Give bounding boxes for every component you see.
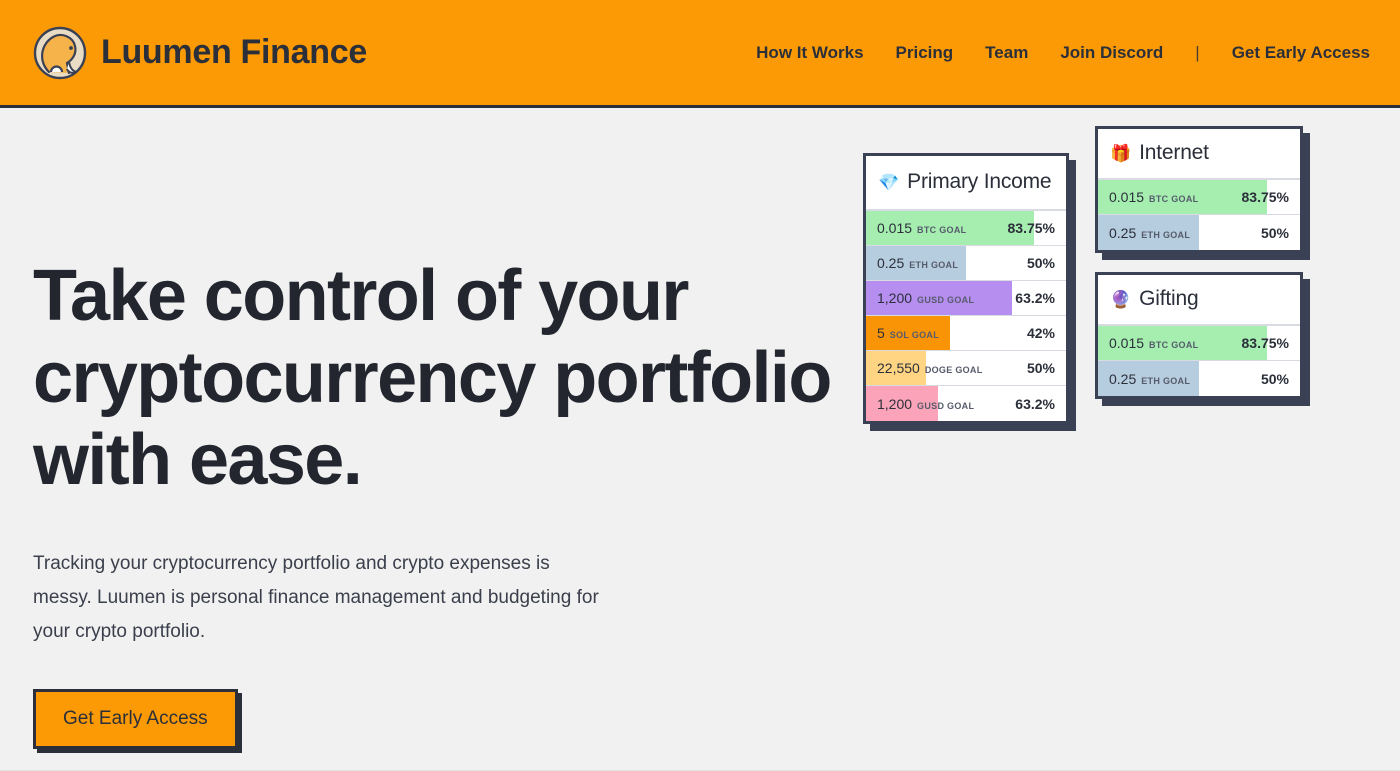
goal-row[interactable]: 0.25 ETH GOAL 50% — [1098, 215, 1300, 250]
goal-unit: SOL GOAL — [889, 330, 940, 340]
hero-visual-cards: 💎 Primary Income 0.015 BTC GOAL 83.75% 0… — [863, 108, 1370, 771]
goal-percent: 63.2% — [1015, 290, 1055, 306]
card-title: Primary Income — [907, 170, 1052, 193]
goal-unit: BTC GOAL — [1149, 340, 1199, 350]
goal-unit: BTC GOAL — [1149, 194, 1199, 204]
goal-percent: 83.75% — [1241, 335, 1289, 351]
card-title: Gifting — [1139, 287, 1199, 310]
goal-row[interactable]: 0.25 ETH GOAL 50% — [1098, 361, 1300, 396]
card-header: 💎 Primary Income — [866, 156, 1066, 211]
goal-amount: 1,200 — [877, 395, 913, 412]
site-header: Luumen Finance How It Works Pricing Team… — [0, 0, 1400, 108]
goal-row[interactable]: 22,550 DOGE GOAL 50% — [866, 351, 1066, 386]
goal-label: 5 SOL GOAL — [866, 325, 939, 341]
nav-link-how-it-works[interactable]: How It Works — [756, 37, 863, 69]
goal-percent: 50% — [1026, 255, 1055, 271]
goal-percent: 83.75% — [1241, 189, 1289, 205]
goal-label: 0.25 ETH GOAL — [1098, 371, 1190, 387]
goal-unit: ETH GOAL — [1141, 375, 1191, 386]
budget-card-primary-income[interactable]: 💎 Primary Income 0.015 BTC GOAL 83.75% 0… — [863, 153, 1069, 424]
goal-amount: 0.25 — [1109, 224, 1137, 241]
goal-percent: 83.75% — [1007, 220, 1055, 236]
goal-label: 1,200 GUSD GOAL — [866, 290, 974, 306]
goal-amount: 0.25 — [1109, 370, 1137, 387]
nav-link-pricing[interactable]: Pricing — [896, 37, 954, 69]
goal-row[interactable]: 1,200 GUSD GOAL 63.2% — [866, 281, 1066, 316]
brand-name: Luumen Finance — [101, 33, 367, 71]
page-title: Take control of your cryptocurrency port… — [33, 256, 832, 501]
goal-row[interactable]: 0.015 BTC GOAL 83.75% — [1098, 180, 1300, 215]
nav-link-get-early-access[interactable]: Get Early Access — [1232, 37, 1370, 69]
brand-logo[interactable]: Luumen Finance — [32, 25, 367, 81]
goal-percent: 50% — [1026, 360, 1055, 376]
budget-card-internet[interactable]: 🎁 Internet 0.015 BTC GOAL 83.75% 0.25 ET… — [1095, 126, 1303, 253]
goal-percent: 42% — [1026, 325, 1055, 341]
gift-icon: 🎁 — [1110, 143, 1132, 163]
goal-label: 1,200 GUSD GOAL — [866, 396, 974, 412]
goal-label: 0.015 BTC GOAL — [866, 220, 966, 236]
get-early-access-button[interactable]: Get Early Access — [33, 688, 238, 749]
goal-unit: ETH GOAL — [909, 260, 959, 270]
goal-row[interactable]: 0.015 BTC GOAL 83.75% — [866, 211, 1066, 246]
card-title: Internet — [1139, 141, 1209, 164]
goal-unit: ETH GOAL — [1141, 229, 1191, 240]
goal-label: 0.015 BTC GOAL — [1098, 189, 1198, 205]
budget-card-gifting[interactable]: 🔮 Gifting 0.015 BTC GOAL 83.75% 0.25 ETH… — [1095, 272, 1303, 399]
goal-amount: 22,550 — [877, 360, 920, 376]
goal-label: 0.015 BTC GOAL — [1098, 335, 1198, 351]
goal-percent: 50% — [1260, 224, 1289, 241]
crystal-ball-icon: 🔮 — [1110, 289, 1132, 309]
hero-section: Take control of your cryptocurrency port… — [0, 108, 1400, 771]
nav-separator: | — [1195, 42, 1200, 62]
goal-unit: DOGE GOAL — [924, 365, 983, 375]
card-header: 🔮 Gifting — [1098, 275, 1300, 326]
goal-percent: 50% — [1260, 370, 1289, 387]
nav-link-join-discord[interactable]: Join Discord — [1060, 37, 1163, 69]
goal-amount: 5 — [877, 325, 885, 341]
goal-unit: GUSD GOAL — [917, 400, 975, 411]
nav-link-team[interactable]: Team — [985, 37, 1028, 69]
goal-unit: GUSD GOAL — [917, 295, 975, 305]
goal-row[interactable]: 5 SOL GOAL 42% — [866, 316, 1066, 351]
goal-unit: BTC GOAL — [917, 225, 967, 235]
goal-amount: 1,200 — [877, 290, 913, 306]
diamond-icon: 💎 — [878, 172, 900, 192]
goal-label: 22,550 DOGE GOAL — [866, 360, 983, 376]
card-header: 🎁 Internet — [1098, 129, 1300, 180]
goal-label: 0.25 ETH GOAL — [866, 255, 958, 271]
goal-row[interactable]: 0.25 ETH GOAL 50% — [866, 246, 1066, 281]
goal-row[interactable]: 0.015 BTC GOAL 83.75% — [1098, 326, 1300, 361]
elephant-logo-icon — [33, 26, 87, 79]
goal-amount: 0.015 — [1109, 335, 1145, 351]
goal-amount: 0.015 — [1109, 189, 1145, 205]
main-navigation: How It Works Pricing Team Join Discord |… — [756, 37, 1370, 69]
goal-percent: 63.2% — [1015, 395, 1055, 412]
goal-amount: 0.25 — [877, 255, 905, 271]
hero-subtitle: Tracking your cryptocurrency portfolio a… — [33, 553, 599, 642]
hero-copy: Take control of your cryptocurrency port… — [33, 108, 863, 749]
goal-label: 0.25 ETH GOAL — [1098, 225, 1190, 241]
goal-row[interactable]: 1,200 GUSD GOAL 63.2% — [866, 386, 1066, 421]
goal-amount: 0.015 — [877, 220, 913, 236]
